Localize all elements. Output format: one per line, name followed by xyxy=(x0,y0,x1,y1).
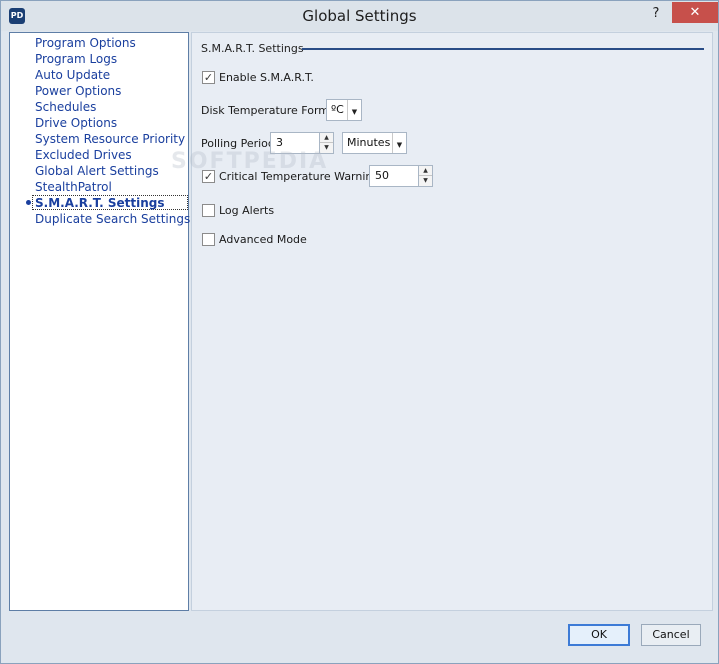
log-alerts-checkbox[interactable] xyxy=(202,204,215,217)
log-alerts-label: Log Alerts xyxy=(219,204,275,217)
nav-item-stealthpatrol[interactable]: StealthPatrol xyxy=(35,180,112,195)
nav-item-power-options[interactable]: Power Options xyxy=(35,84,121,99)
smart-settings-panel: S.M.A.R.T. Settings ✓ Enable S.M.A.R.T. … xyxy=(191,32,713,611)
nav-item-program-logs[interactable]: Program Logs xyxy=(35,52,117,67)
close-button[interactable]: ✕ xyxy=(672,2,718,23)
nav-item-drive-options[interactable]: Drive Options xyxy=(35,116,117,131)
disk-temp-format-dropdown[interactable]: ºC ▼ xyxy=(326,99,362,121)
nav-item-smart-settings[interactable]: S.M.A.R.T. Settings xyxy=(32,195,188,210)
spin-up-icon[interactable]: ▲ xyxy=(320,133,333,143)
cancel-button[interactable]: Cancel xyxy=(641,624,701,646)
chevron-down-icon: ▼ xyxy=(392,133,406,153)
watermark: SOFTPEDIA xyxy=(171,149,329,174)
enable-smart-checkbox[interactable]: ✓ xyxy=(202,71,215,84)
spin-up-icon[interactable]: ▲ xyxy=(419,166,432,176)
nav-item-global-alert-settings[interactable]: Global Alert Settings xyxy=(35,164,159,179)
disk-temp-format-label: Disk Temperature Format xyxy=(201,104,341,117)
help-button[interactable]: ? xyxy=(647,5,665,23)
polling-unit-value: Minutes xyxy=(347,136,391,149)
advanced-mode-label: Advanced Mode xyxy=(219,233,307,246)
window-title: Global Settings xyxy=(302,7,417,25)
nav-item-program-options[interactable]: Program Options xyxy=(35,36,136,51)
dialog-footer: OK Cancel xyxy=(1,612,718,663)
disk-temp-format-value: ºC xyxy=(331,103,344,116)
nav-item-auto-update[interactable]: Auto Update xyxy=(35,68,110,83)
nav-item-system-resource-priority[interactable]: System Resource Priority xyxy=(35,132,185,147)
section-title: S.M.A.R.T. Settings xyxy=(201,42,304,55)
advanced-mode-checkbox[interactable] xyxy=(202,233,215,246)
nav-item-schedules[interactable]: Schedules xyxy=(35,100,96,115)
settings-nav-list: Program Options Program Logs Auto Update… xyxy=(9,32,190,611)
spin-down-icon[interactable]: ▼ xyxy=(419,176,432,186)
enable-smart-label: Enable S.M.A.R.T. xyxy=(219,71,314,84)
title-bar[interactable]: PD Global Settings ? ✕ xyxy=(1,1,718,31)
nav-item-excluded-drives[interactable]: Excluded Drives xyxy=(35,148,132,163)
ok-button[interactable]: OK xyxy=(568,624,630,646)
polling-unit-dropdown[interactable]: Minutes ▼ xyxy=(342,132,407,154)
nav-item-duplicate-search-settings[interactable]: Duplicate Search Settings xyxy=(35,212,190,227)
critical-temp-input[interactable]: 50 xyxy=(369,165,419,187)
selected-bullet-icon xyxy=(26,200,31,205)
critical-temp-spinner[interactable]: ▲ ▼ xyxy=(418,165,433,187)
chevron-down-icon: ▼ xyxy=(347,100,361,120)
global-settings-window: PD Global Settings ? ✕ Program Options P… xyxy=(0,0,719,664)
section-divider xyxy=(302,48,704,50)
